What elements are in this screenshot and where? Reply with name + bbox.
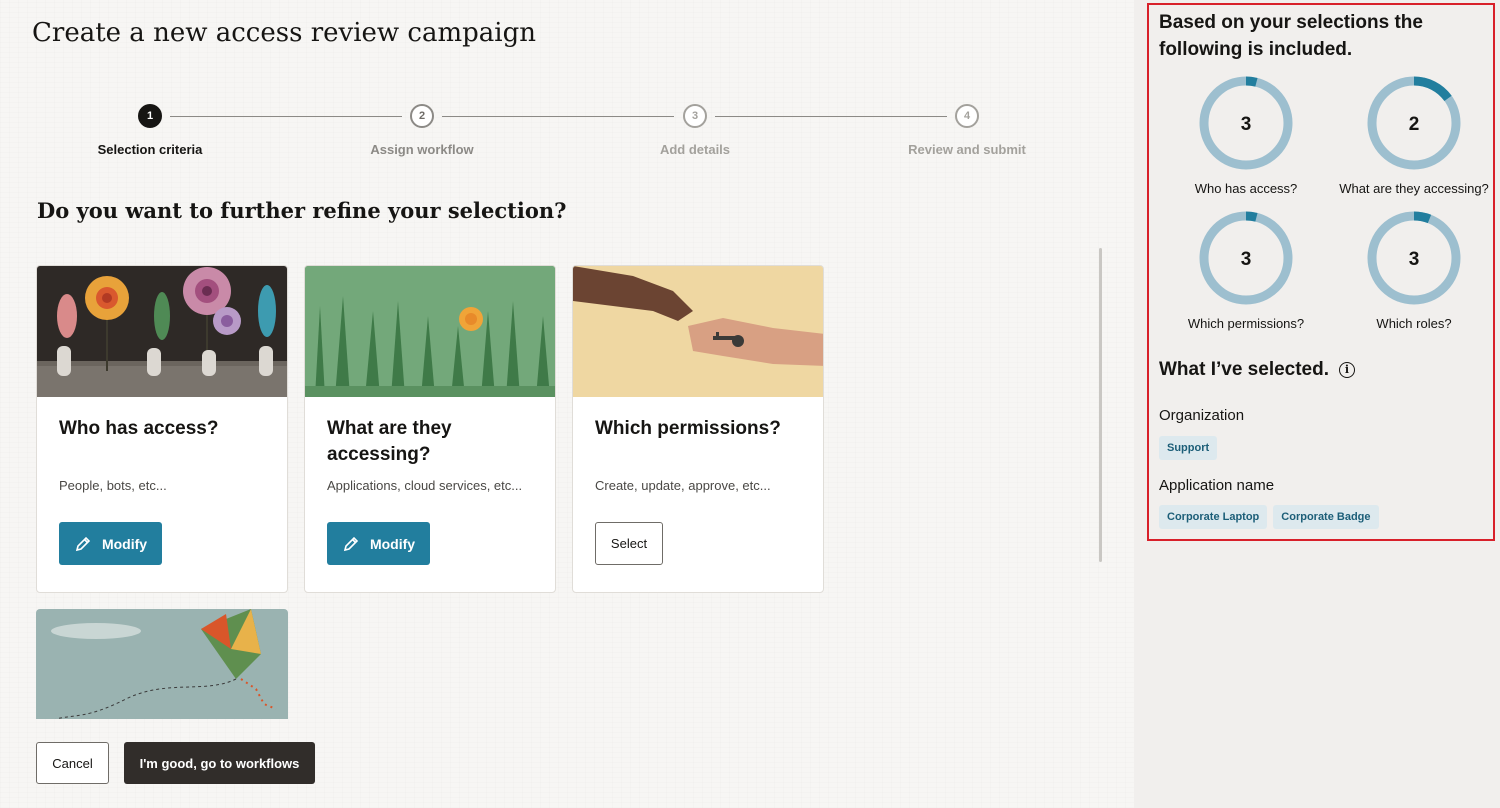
modify-label: Modify bbox=[101, 535, 148, 552]
main-content: Create a new access review campaign 1 Se… bbox=[0, 0, 1134, 808]
donut-what-are-they-accessing: 2 What are they accessing? bbox=[1329, 73, 1499, 196]
card-partial-kite bbox=[36, 609, 288, 719]
step-assign-workflow[interactable]: 2 Assign workflow bbox=[332, 104, 512, 157]
donut-value: 3 bbox=[1241, 249, 1252, 270]
card-title: What are they accessing? bbox=[327, 418, 452, 465]
stepper: 1 Selection criteria 2 Assign workflow 3… bbox=[60, 104, 1060, 164]
card-title: Who has access? bbox=[59, 418, 219, 439]
donut-who-has-access: 3 Who has access? bbox=[1161, 73, 1331, 196]
step-selection-criteria[interactable]: 1 Selection criteria bbox=[60, 104, 240, 157]
modify-button[interactable]: Modify bbox=[327, 522, 430, 565]
step-label: Review and submit bbox=[908, 142, 1026, 157]
pencil-icon bbox=[75, 536, 91, 551]
donut-chart: 3 bbox=[1367, 211, 1461, 305]
donut-value: 3 bbox=[1409, 249, 1420, 270]
card-title: Which permissions? bbox=[595, 418, 781, 439]
step-number: 2 bbox=[410, 104, 434, 128]
step-number: 1 bbox=[138, 104, 162, 128]
donut-chart: 3 bbox=[1199, 211, 1293, 305]
card-description: Create, update, approve, etc... bbox=[595, 478, 771, 493]
step-number: 3 bbox=[683, 104, 707, 128]
step-label: Assign workflow bbox=[370, 142, 474, 157]
modify-button[interactable]: Modify bbox=[59, 522, 162, 565]
step-number: 4 bbox=[955, 104, 979, 128]
refine-heading: Do you want to further refine your selec… bbox=[37, 198, 567, 223]
pencil-icon bbox=[343, 536, 359, 551]
panel-heading: Based on your selections the following i… bbox=[1159, 12, 1423, 60]
step-label: Add details bbox=[659, 142, 731, 157]
group-label-organization: Organization bbox=[1159, 407, 1245, 424]
card-which-permissions: Which permissions? Create, update, appro… bbox=[572, 265, 824, 593]
donut-label: What are they accessing? bbox=[1339, 181, 1489, 196]
step-label: Selection criteria bbox=[97, 142, 203, 157]
step-add-details[interactable]: 3 Add details bbox=[605, 104, 785, 157]
chip-row-organization: Support bbox=[1159, 436, 1223, 460]
step-review-submit[interactable]: 4 Review and submit bbox=[877, 104, 1057, 157]
info-icon[interactable]: i bbox=[1339, 362, 1356, 378]
cancel-button[interactable]: Cancel bbox=[36, 742, 109, 784]
card-what-are-they-accessing: What are they accessing? Applications, c… bbox=[304, 265, 556, 593]
selection-chip: Corporate Laptop bbox=[1159, 505, 1268, 529]
donut-chart: 3 bbox=[1199, 76, 1293, 170]
donut-value: 3 bbox=[1241, 114, 1252, 135]
donut-which-roles: 3 Which roles? bbox=[1329, 208, 1499, 331]
donut-value: 2 bbox=[1409, 114, 1420, 135]
selected-heading: What I’ve selected. i bbox=[1159, 359, 1356, 381]
selected-heading-text: What I’ve selected. bbox=[1159, 359, 1330, 380]
card-illustration-key-handoff bbox=[573, 266, 823, 397]
donut-label: Who has access? bbox=[1194, 181, 1298, 196]
card-illustration-forest bbox=[305, 266, 555, 397]
modify-label: Modify bbox=[369, 535, 416, 552]
donut-chart: 2 bbox=[1367, 76, 1461, 170]
group-label-application-name: Application name bbox=[1159, 477, 1275, 494]
selection-chip: Support bbox=[1159, 436, 1218, 460]
card-who-has-access: Who has access? People, bots, etc... Mod… bbox=[36, 265, 288, 593]
page-title: Create a new access review campaign bbox=[32, 18, 536, 48]
card-illustration-flowers bbox=[37, 266, 287, 397]
go-to-workflows-button[interactable]: I'm good, go to workflows bbox=[124, 742, 315, 784]
card-description: Applications, cloud services, etc... bbox=[327, 478, 523, 493]
donut-label: Which roles? bbox=[1376, 316, 1452, 331]
chip-row-application-name: Corporate Laptop Corporate Badge bbox=[1159, 505, 1385, 529]
scrollbar[interactable] bbox=[1099, 248, 1102, 562]
select-button[interactable]: Select bbox=[595, 522, 663, 565]
selection-summary-panel: Based on your selections the following i… bbox=[1134, 0, 1500, 808]
selection-chip: Corporate Badge bbox=[1273, 505, 1379, 529]
donut-which-permissions: 3 Which permissions? bbox=[1161, 208, 1331, 331]
card-description: People, bots, etc... bbox=[59, 478, 167, 493]
donut-label: Which permissions? bbox=[1187, 316, 1305, 331]
highlight-frame: Based on your selections the following i… bbox=[1147, 3, 1495, 541]
